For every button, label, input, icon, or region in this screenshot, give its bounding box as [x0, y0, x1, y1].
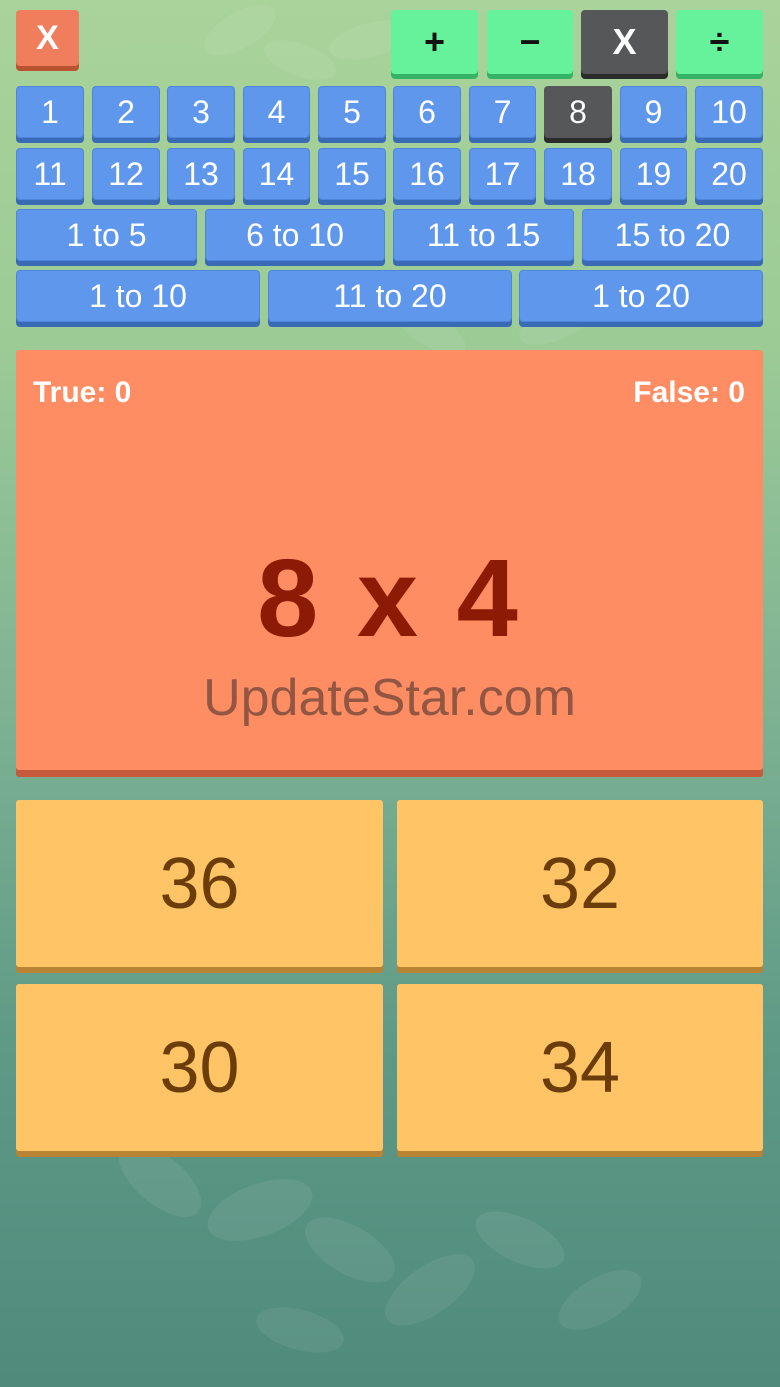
close-button[interactable]: X: [16, 10, 79, 66]
operation-add-button[interactable]: +: [391, 10, 478, 74]
number-button[interactable]: 17: [469, 148, 536, 200]
number-button[interactable]: 6: [393, 86, 461, 138]
number-button[interactable]: 5: [318, 86, 386, 138]
answer-button[interactable]: 36: [16, 800, 383, 967]
operation-multiply-button[interactable]: X: [581, 10, 668, 74]
number-button[interactable]: 7: [469, 86, 536, 138]
range-button[interactable]: 1 to 5: [16, 209, 197, 261]
operation-subtract-button[interactable]: −: [487, 10, 573, 74]
range-button[interactable]: 15 to 20: [582, 209, 763, 261]
answer-button[interactable]: 34: [397, 984, 763, 1151]
question-panel: True: 0 False: 0 8 x 4 UpdateStar.com: [16, 350, 763, 770]
range-button[interactable]: 6 to 10: [205, 209, 385, 261]
number-button[interactable]: 13: [167, 148, 235, 200]
number-button[interactable]: 1: [16, 86, 84, 138]
number-button[interactable]: 19: [620, 148, 687, 200]
number-button[interactable]: 12: [92, 148, 160, 200]
answer-button[interactable]: 32: [397, 800, 763, 967]
operation-divide-button[interactable]: ÷: [676, 10, 763, 74]
false-count: False: 0: [633, 376, 745, 409]
question-text: 8 x 4: [257, 537, 522, 660]
number-button[interactable]: 3: [167, 86, 235, 138]
number-button[interactable]: 15: [318, 148, 386, 200]
number-button[interactable]: 14: [243, 148, 310, 200]
number-button[interactable]: 2: [92, 86, 160, 138]
true-count: True: 0: [33, 376, 132, 409]
number-button[interactable]: 20: [695, 148, 763, 200]
range-button[interactable]: 11 to 20: [268, 270, 512, 322]
number-button[interactable]: 18: [544, 148, 612, 200]
range-button[interactable]: 1 to 10: [16, 270, 260, 322]
number-button-selected[interactable]: 8: [544, 86, 612, 138]
range-button[interactable]: 1 to 20: [519, 270, 763, 322]
number-button[interactable]: 16: [393, 148, 461, 200]
number-button[interactable]: 4: [243, 86, 310, 138]
number-button[interactable]: 11: [16, 148, 84, 200]
number-button[interactable]: 10: [695, 86, 763, 138]
answer-button[interactable]: 30: [16, 984, 383, 1151]
number-button[interactable]: 9: [620, 86, 687, 138]
watermark: UpdateStar.com: [203, 669, 576, 727]
range-button[interactable]: 11 to 15: [393, 209, 574, 261]
